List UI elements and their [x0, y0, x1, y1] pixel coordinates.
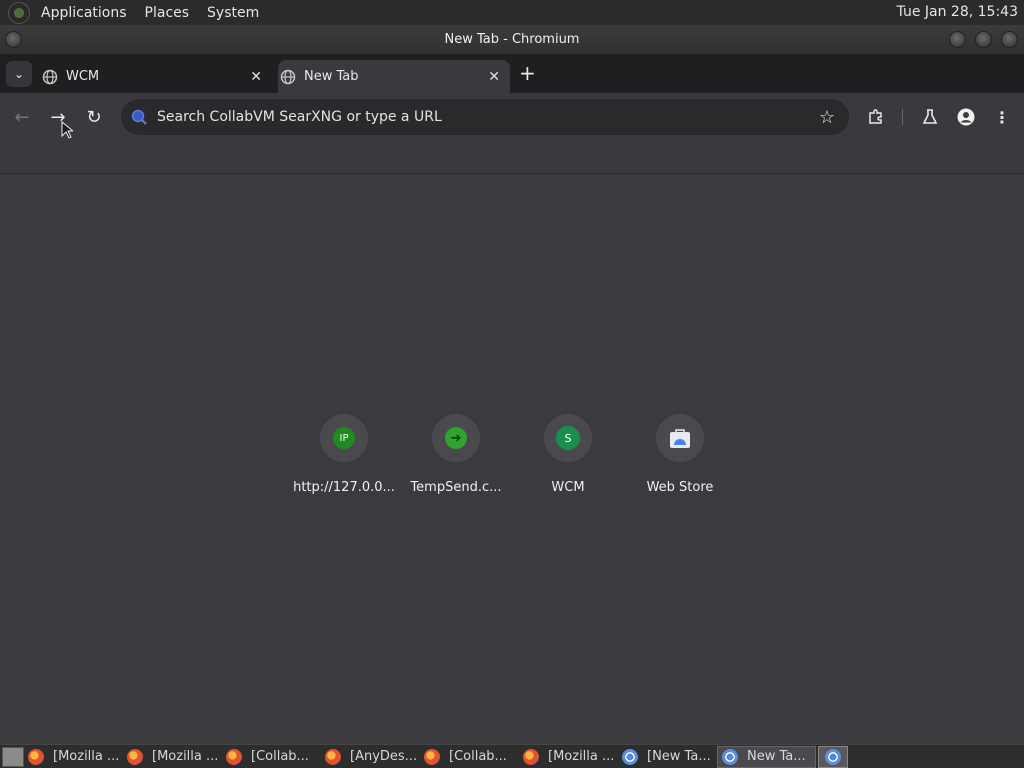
shortcut-tile[interactable]: ➔ TempSend.c... [400, 414, 512, 495]
shortcut-icon-container: S [544, 414, 592, 462]
ip-favicon-icon: IP [333, 427, 355, 449]
shortcut-icon-container: ➔ [432, 414, 480, 462]
arrow-left-icon: ← [14, 106, 30, 128]
tab-label: New Tab [304, 69, 359, 84]
firefox-icon [226, 748, 242, 765]
shortcut-tile[interactable]: S WCM [512, 414, 624, 495]
distro-logo-icon[interactable] [8, 1, 30, 24]
flask-icon [922, 109, 938, 124]
tab-wcm[interactable]: WCM ✕ [40, 60, 272, 93]
close-window-button[interactable] [1001, 31, 1018, 48]
labs-button[interactable] [918, 105, 942, 129]
bookmark-star-icon[interactable]: ☆ [819, 107, 835, 128]
shortcut-icon-container [656, 414, 704, 462]
taskbar-item[interactable]: [Mozilla ... [519, 746, 618, 768]
places-menu[interactable]: Places [138, 5, 197, 21]
taskbar-item[interactable]: [New Ta... [618, 746, 717, 768]
new-tab-button[interactable]: + [519, 62, 536, 84]
taskbar-item-active[interactable]: New Ta... [717, 745, 816, 768]
firefox-icon [523, 748, 539, 765]
system-menu[interactable]: System [200, 5, 266, 21]
back-button[interactable]: ← [10, 105, 34, 129]
reload-icon: ↻ [86, 106, 102, 128]
window-titlebar[interactable]: New Tab - Chromium [0, 25, 1024, 54]
shortcut-label: WCM [551, 480, 585, 495]
puzzle-icon [869, 109, 882, 124]
taskbar-chromium-button[interactable] [818, 745, 848, 768]
globe-icon [280, 69, 296, 84]
show-desktop-icon[interactable] [2, 746, 24, 767]
maximize-button[interactable] [975, 31, 992, 48]
taskbar-item[interactable]: [Collab... [420, 746, 519, 768]
system-top-panel: Applications Places System Tue Jan 28, 1… [0, 0, 1024, 25]
chromium-icon [622, 748, 638, 765]
mouse-cursor-icon [61, 121, 73, 139]
shortcut-label: http://127.0.0... [293, 480, 395, 495]
avatar-icon [957, 108, 975, 126]
firefox-icon [127, 748, 143, 765]
address-bar[interactable]: Search CollabVM SearXNG or type a URL ☆ [121, 99, 849, 135]
globe-icon [42, 69, 58, 84]
tab-strip: ⌄ WCM ✕ New Tab ✕ [0, 54, 1024, 93]
firefox-icon [325, 748, 341, 765]
applications-menu[interactable]: Applications [34, 5, 134, 21]
close-tab-icon[interactable]: ✕ [488, 69, 500, 85]
shortcut-label: TempSend.c... [410, 480, 502, 495]
browser-toolbar: ← → ↻ Search CollabVM SearXNG or type a … [0, 93, 1024, 141]
tab-new-tab[interactable]: New Tab ✕ [278, 60, 510, 93]
chromium-icon [722, 748, 738, 765]
taskbar: [Mozilla ... [Mozilla ... [Collab... [An… [0, 744, 1024, 768]
letter-s-favicon-icon: S [556, 426, 580, 450]
menu-button[interactable]: ⋮ [990, 105, 1014, 129]
firefox-icon [424, 748, 440, 765]
taskbar-item[interactable]: [Mozilla ... [24, 746, 123, 768]
profile-button[interactable] [954, 105, 978, 129]
address-placeholder: Search CollabVM SearXNG or type a URL [157, 109, 442, 125]
close-tab-icon[interactable]: ✕ [250, 69, 262, 85]
shortcut-tile[interactable]: IP http://127.0.0... [288, 414, 400, 495]
search-icon [131, 109, 147, 125]
chromium-icon [825, 748, 841, 765]
tab-search-button[interactable]: ⌄ [6, 61, 32, 87]
shortcut-icon-container: IP [320, 414, 368, 462]
bookmark-bar [0, 141, 1024, 174]
toolbar-divider [902, 109, 903, 125]
window-title: New Tab - Chromium [444, 32, 580, 47]
reload-button[interactable]: ↻ [82, 105, 106, 129]
new-tab-page: IP http://127.0.0... ➔ TempSend.c... S W… [0, 174, 1024, 744]
shortcut-label: Web Store [646, 480, 714, 495]
firefox-icon [28, 748, 44, 765]
tab-label: WCM [66, 69, 100, 84]
shortcut-tile[interactable]: Web Store [624, 414, 736, 495]
extensions-button[interactable] [864, 105, 888, 129]
clock[interactable]: Tue Jan 28, 15:43 [897, 4, 1018, 20]
arrow-right-favicon-icon: ➔ [445, 427, 467, 449]
web-store-icon [670, 429, 690, 448]
taskbar-item[interactable]: [Collab... [222, 746, 321, 768]
kebab-menu-icon: ⋮ [994, 107, 1010, 127]
taskbar-item[interactable]: [Mozilla ... [123, 746, 222, 768]
window-menu-button[interactable] [5, 31, 22, 48]
taskbar-item[interactable]: [AnyDes... [321, 746, 420, 768]
minimize-button[interactable] [949, 31, 966, 48]
chevron-down-icon: ⌄ [13, 67, 25, 81]
